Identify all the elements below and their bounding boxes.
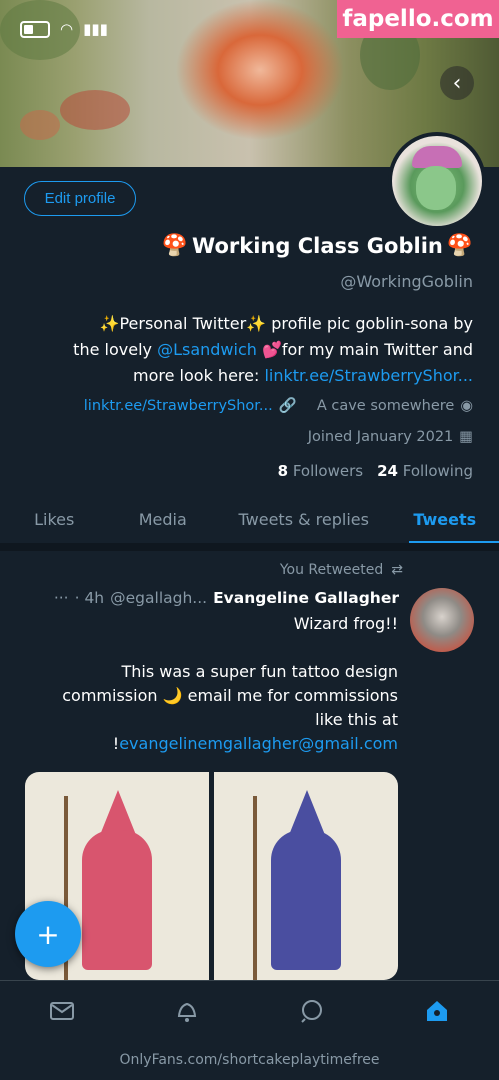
profile-tabs: Likes Media Tweets & replies Tweets <box>0 495 499 544</box>
joined-row: Joined January 2021 ▦ <box>308 429 473 445</box>
more-options-icon[interactable]: ··· <box>54 589 69 607</box>
mushroom-emoji-left: 🍄 <box>161 233 189 257</box>
profile-bio: ✨Personal Twitter✨ profile pic goblin-so… <box>24 311 473 389</box>
tweet-image[interactable] <box>214 772 398 980</box>
bio-line: ✨Personal Twitter✨ profile pic goblin-so… <box>99 314 473 333</box>
location-icon: ◉ <box>460 397 473 414</box>
tweet-author-name[interactable]: Evangeline Gallagher <box>213 589 399 607</box>
following-link[interactable]: 24 Following <box>377 462 473 480</box>
tweet-author-avatar[interactable] <box>410 588 474 652</box>
bottom-navigation <box>0 980 499 1041</box>
link-icon: 🔗 <box>278 398 297 414</box>
compose-icon: + <box>36 917 60 951</box>
tab-tweets[interactable]: Tweets <box>391 495 499 544</box>
tab-tweets-replies[interactable]: Tweets & replies <box>217 495 391 543</box>
compose-tweet-button[interactable]: + <box>15 901 81 967</box>
website-link[interactable]: linktr.ee/StrawberryShor... <box>84 398 273 414</box>
email-link[interactable]: evangelinemgallagher@gmail.com <box>119 734 398 753</box>
bio-line: the lovely @Lsandwich 💕for my main Twitt… <box>73 340 473 359</box>
bio-link[interactable]: linktr.ee/StrawberryShor... <box>264 366 473 385</box>
profile-handle: @WorkingGoblin <box>340 272 473 291</box>
display-name: Working Class Goblin <box>192 233 443 258</box>
mention-link[interactable]: @Lsandwich <box>157 340 257 359</box>
chevron-left-icon[interactable]: ‹ <box>440 66 474 100</box>
profile-meta: linktr.ee/StrawberryShor... 🔗 A cave som… <box>84 397 473 415</box>
profile-name: 🍄 Working Class Goblin 🍄 <box>162 233 473 258</box>
search-icon[interactable] <box>250 981 375 1041</box>
tab-media[interactable]: Media <box>108 495 216 543</box>
signal-icon: ▮▮▮ <box>83 20 108 38</box>
follow-stats: 8 Followers 24 Following <box>278 462 473 480</box>
calendar-icon: ▦ <box>459 429 473 445</box>
tweet-text: Wizard frog!! This was a super fun tatto… <box>62 614 398 753</box>
followers-link[interactable]: 8 Followers <box>278 462 363 480</box>
bio-line: more look here: linktr.ee/StrawberryShor… <box>133 366 473 385</box>
tweet-author-handle: @egallagh... <box>110 589 208 607</box>
battery-icon <box>20 20 50 38</box>
retweet-icon: ⇄ <box>391 562 403 578</box>
edit-profile-button[interactable]: Edit profile <box>24 181 136 216</box>
avatar[interactable] <box>388 132 486 230</box>
notifications-icon[interactable] <box>125 981 250 1041</box>
watermark: fapello.com <box>337 0 499 38</box>
wifi-icon: ◠ <box>60 20 74 38</box>
mushroom-emoji-right: 🍄 <box>446 233 473 257</box>
tweet-header: ··· · 4h @egallagh... Evangeline Gallagh… <box>54 589 399 607</box>
home-icon[interactable] <box>374 981 499 1041</box>
joined-date: Joined January 2021 <box>307 429 454 445</box>
divider <box>0 543 499 551</box>
tweet-time: · 4h <box>74 589 105 607</box>
tweet-media[interactable] <box>25 772 398 980</box>
location: A cave somewhere <box>316 397 455 414</box>
tab-likes[interactable]: Likes <box>0 495 108 543</box>
retweet-indicator: You Retweeted ⇄ <box>279 562 403 578</box>
footer-url: OnlyFans.com/shortcakeplaytimefree <box>0 1040 499 1080</box>
status-bar: ◠ ▮▮▮ <box>20 20 108 38</box>
messages-icon[interactable] <box>0 981 125 1041</box>
